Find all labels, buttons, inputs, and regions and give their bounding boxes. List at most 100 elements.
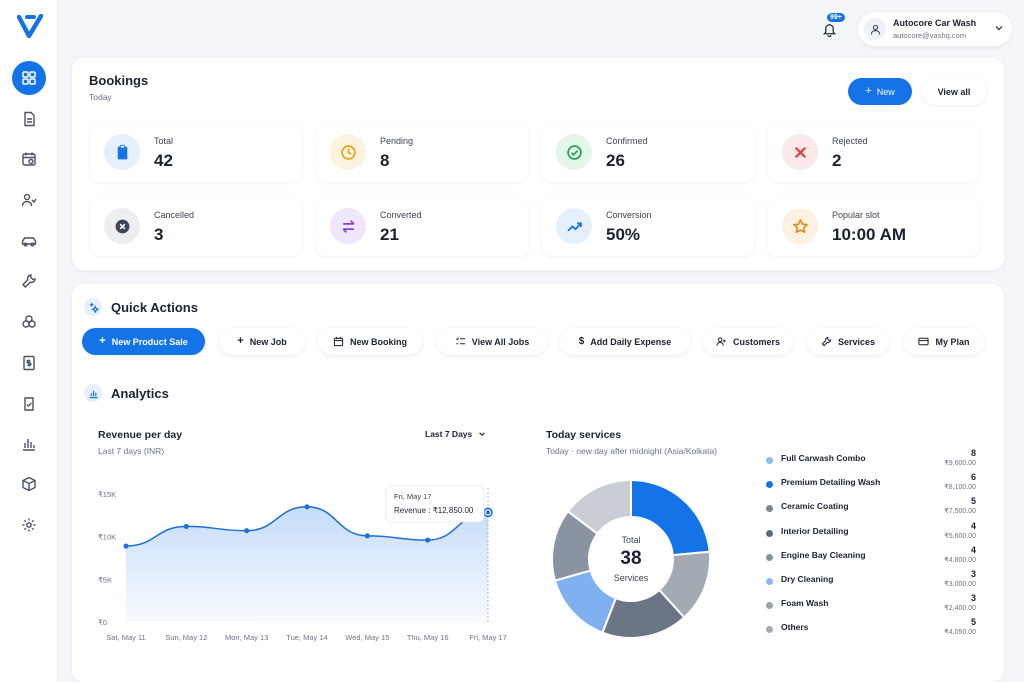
- button-label: Services: [837, 336, 876, 347]
- button-label: My Plan: [935, 336, 970, 347]
- wrench-icon: [821, 336, 832, 347]
- legend-color-dot: [766, 529, 773, 537]
- stat-label: Cancelled: [154, 210, 195, 220]
- new-button-label: New: [876, 86, 895, 97]
- sidebar-item-inventory[interactable]: [12, 467, 46, 501]
- y-tick-label: ₹10K: [98, 533, 116, 542]
- bookings-subtitle: Today: [89, 92, 112, 102]
- legend-item[interactable]: Premium Detailing Wash 6 ₹8,100.00: [766, 472, 978, 497]
- sidebar: [0, 0, 58, 682]
- sidebar-item-tasks[interactable]: [12, 387, 46, 421]
- legend-count: 4: [970, 520, 976, 531]
- legend-color-dot: [766, 553, 773, 561]
- data-point[interactable]: [244, 528, 250, 534]
- data-point[interactable]: [364, 533, 370, 539]
- customers-button[interactable]: Customers: [703, 328, 793, 355]
- chart-tooltip: Fri, May 17 Revenue : ₹12,850.00: [385, 485, 485, 523]
- clipboard-icon: [104, 134, 140, 170]
- legend-item[interactable]: Engine Bay Cleaning 4 ₹4,800.00: [766, 545, 978, 570]
- new-booking-button[interactable]: + New: [848, 78, 912, 105]
- app-logo[interactable]: [17, 14, 43, 38]
- sidebar-item-documents[interactable]: [12, 102, 46, 136]
- stat-total[interactable]: Total 42: [90, 124, 302, 182]
- plus-icon: +: [99, 335, 106, 347]
- dollar-icon: $: [578, 336, 585, 347]
- legend-item[interactable]: Dry Cleaning 3 ₹3,000.00: [766, 569, 978, 594]
- button-label: New Product Sale: [111, 336, 188, 347]
- sidebar-item-reports[interactable]: [12, 427, 46, 461]
- data-point[interactable]: [425, 537, 431, 543]
- stat-popular-slot[interactable]: Popular slot 10:00 AM: [768, 198, 980, 256]
- bar-chart-icon: [84, 384, 102, 402]
- services-chart-subtitle: Today · new day after midnight (Asia/Kol…: [546, 446, 718, 456]
- date-range-select[interactable]: Last 7 Days: [425, 429, 486, 439]
- x-tick-label: Fri, May 17: [469, 633, 507, 642]
- document-icon: [24, 111, 35, 127]
- stat-cancelled[interactable]: Cancelled 3: [90, 198, 302, 256]
- sidebar-item-invoices[interactable]: [12, 346, 46, 380]
- x-tick-label: Mon, May 13: [225, 633, 268, 642]
- bell-icon: [822, 23, 836, 37]
- button-label: Customers: [732, 336, 780, 347]
- y-tick-label: ₹0: [98, 618, 107, 627]
- x-icon: [782, 134, 818, 170]
- donut-total-unit: Services: [613, 573, 649, 583]
- button-label: View All Jobs: [471, 336, 530, 347]
- sparkle-icon: [84, 298, 102, 316]
- data-point[interactable]: [304, 504, 310, 510]
- car-icon: [21, 237, 37, 247]
- stat-pending[interactable]: Pending 8: [316, 124, 528, 182]
- legend-amount: ₹8,100.00: [944, 484, 976, 492]
- sidebar-item-vehicles[interactable]: [12, 224, 46, 258]
- legend-color-dot: [766, 505, 773, 513]
- legend-color-dot: [766, 578, 773, 585]
- legend-color-dot: [766, 626, 773, 634]
- sidebar-item-services[interactable]: [12, 305, 46, 339]
- user-email: autocore@vashq.com: [893, 31, 967, 40]
- stat-value: 8: [380, 151, 390, 170]
- calendar-icon: [333, 336, 344, 347]
- stat-value: 26: [606, 151, 625, 170]
- sidebar-item-customers[interactable]: [12, 183, 46, 217]
- y-tick-label: ₹15K: [98, 490, 116, 499]
- add-daily-expense-button[interactable]: $ Add Daily Expense: [560, 328, 690, 355]
- user-icon: [870, 24, 880, 34]
- services-button[interactable]: Services: [807, 328, 889, 355]
- stat-value: 3: [154, 225, 164, 244]
- legend-amount: ₹9,600.00: [944, 460, 976, 467]
- view-all-button[interactable]: View all: [922, 78, 986, 105]
- legend-name: Others: [781, 622, 809, 633]
- users-icon: [21, 193, 37, 207]
- stat-rejected[interactable]: Rejected 2: [768, 124, 980, 182]
- x-tick-label: Sat, May 11: [106, 633, 145, 642]
- sidebar-item-jobs[interactable]: [12, 264, 46, 298]
- card-icon: [918, 337, 930, 346]
- data-point[interactable]: [183, 523, 189, 530]
- legend-item[interactable]: Ceramic Coating 5 ₹7,500.00: [766, 496, 978, 521]
- legend-count: 6: [970, 472, 976, 483]
- view-all-jobs-button[interactable]: View All Jobs: [437, 328, 547, 355]
- sidebar-item-settings[interactable]: [12, 508, 46, 542]
- legend-name: Ceramic Coating: [781, 501, 849, 512]
- donut-total-value: 38: [620, 548, 642, 569]
- new-booking-quick-button[interactable]: New Booking: [318, 328, 422, 355]
- user-menu[interactable]: Autocore Car Wash autocore@vashq.com: [858, 12, 1012, 46]
- legend-item[interactable]: Full Carwash Combo 8 ₹9,600.00: [766, 448, 978, 473]
- check-circle-icon: [556, 134, 592, 170]
- legend-count: 3: [970, 593, 976, 604]
- legend-item[interactable]: Foam Wash 3 ₹2,400.00: [766, 593, 978, 618]
- legend-item[interactable]: Others 5 ₹4,050.00: [766, 617, 978, 642]
- my-plan-button[interactable]: My Plan: [904, 328, 984, 355]
- new-job-button[interactable]: + New Job: [219, 328, 305, 355]
- new-product-sale-button[interactable]: + New Product Sale: [82, 328, 205, 355]
- data-point[interactable]: [123, 543, 129, 549]
- stat-converted[interactable]: Converted 21: [316, 198, 528, 256]
- legend-name: Foam Wash: [781, 598, 829, 609]
- stat-confirmed[interactable]: Confirmed 26: [542, 124, 754, 182]
- stat-conversion[interactable]: Conversion 50%: [542, 198, 754, 256]
- sidebar-item-dashboard[interactable]: [12, 61, 46, 95]
- sidebar-item-bookings[interactable]: [12, 142, 46, 176]
- legend-item[interactable]: Interior Detailing 4 ₹5,600.00: [766, 520, 978, 546]
- revenue-area: [126, 506, 488, 622]
- legend-count: 3: [970, 569, 976, 579]
